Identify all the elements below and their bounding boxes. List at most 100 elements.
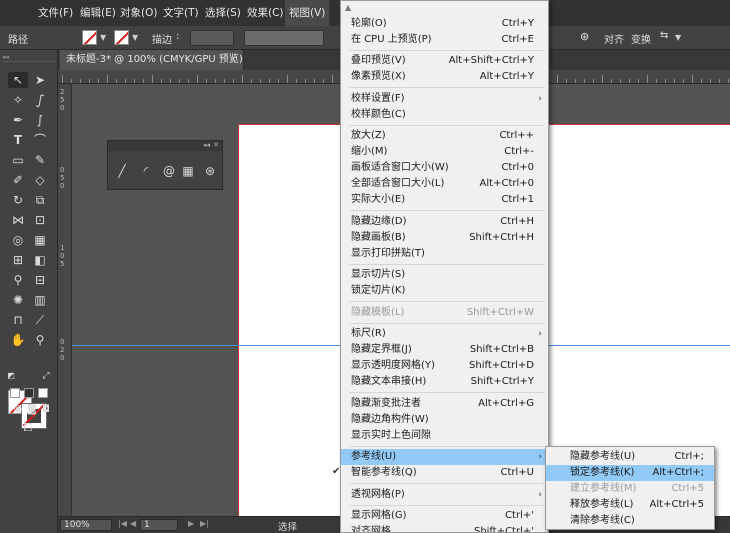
menu-select[interactable]: 选择(S) bbox=[205, 0, 241, 26]
menu-item-fit-artboard[interactable]: 画板适合窗口大小(W) Ctrl+0 bbox=[341, 160, 548, 176]
draw-inside-icon[interactable]: ◘ bbox=[36, 402, 56, 418]
menu-item-zoom-out[interactable]: 缩小(M) Ctrl+- bbox=[341, 144, 548, 160]
lasso-tool-icon[interactable]: ഽ bbox=[30, 92, 50, 108]
submenu-item-release-guides[interactable]: 释放参考线(L) Alt+Ctrl+5 bbox=[546, 497, 714, 513]
fill-swatch[interactable] bbox=[82, 30, 97, 45]
default-colors-icon[interactable]: ◩ bbox=[6, 368, 16, 384]
color-mode-icon[interactable] bbox=[10, 388, 20, 398]
menu-item-outline[interactable]: 轮廓(O) Ctrl+Y bbox=[341, 16, 548, 32]
menu-item-actual-size[interactable]: 实际大小(E) Ctrl+1 bbox=[341, 192, 548, 208]
eraser-tool-icon[interactable]: ◇ bbox=[30, 172, 50, 188]
stroke-swatch[interactable] bbox=[114, 30, 129, 45]
menu-effect[interactable]: 效果(C) bbox=[247, 0, 284, 26]
none-mode-icon[interactable] bbox=[38, 388, 48, 398]
menu-item-hide-text-threads[interactable]: 隐藏文本串接(H) Shift+Ctrl+Y bbox=[341, 374, 548, 390]
type-tool-icon[interactable]: T bbox=[8, 132, 28, 148]
stroke-spinner-icon[interactable]: : bbox=[176, 31, 179, 42]
swap-colors-icon[interactable]: ⤢ bbox=[40, 368, 52, 384]
rectangle-tool-icon[interactable]: ▭ bbox=[8, 152, 28, 168]
gradient-mode-icon[interactable] bbox=[24, 388, 34, 398]
vertical-ruler[interactable]: 2 5 0 0 5 0 1 0 5 0 2 0 bbox=[58, 84, 72, 516]
curvature-tool-icon[interactable]: ∫ bbox=[30, 112, 50, 128]
variable-width-field[interactable] bbox=[244, 30, 324, 46]
close-icon[interactable]: × bbox=[229, 50, 237, 70]
align-button[interactable]: 对齐 bbox=[604, 31, 624, 46]
menu-item-cpu-preview[interactable]: 在 CPU 上预览(P) Ctrl+E bbox=[341, 32, 548, 48]
scroll-up-icon[interactable]: ▲ bbox=[345, 3, 351, 12]
menu-edit[interactable]: 编辑(E) bbox=[80, 0, 116, 26]
menu-item-guides[interactable]: 参考线(U) › bbox=[341, 449, 548, 465]
arc-tool-icon[interactable]: ◜ bbox=[138, 163, 154, 179]
menu-item-show-grid[interactable]: 显示网格(G) Ctrl+' bbox=[341, 508, 548, 524]
next-artboard-icon[interactable]: ▶ bbox=[188, 519, 194, 528]
pen-tool-icon[interactable]: ✒ bbox=[8, 112, 28, 128]
isolate-icon[interactable]: ⇆ bbox=[660, 30, 668, 41]
menu-object[interactable]: 对象(O) bbox=[120, 0, 157, 26]
menu-item-lock-slices[interactable]: 锁定切片(K) bbox=[341, 283, 548, 299]
menu-item-rulers[interactable]: 标尺(R) › bbox=[341, 326, 548, 342]
submenu-item-make-guides[interactable]: 建立参考线(M) Ctrl+5 bbox=[546, 481, 714, 497]
menu-item-perspective-grid[interactable]: 透视网格(P) › bbox=[341, 487, 548, 503]
collapse-icon[interactable]: ◂◂ bbox=[203, 141, 210, 149]
column-graph-tool-icon[interactable]: ▥ bbox=[30, 292, 50, 308]
submenu-item-lock-guides[interactable]: 锁定参考线(K) Alt+Ctrl+; bbox=[546, 465, 714, 481]
hand-tool-icon[interactable]: ✋ bbox=[8, 332, 28, 348]
zoom-field[interactable]: 100% bbox=[60, 519, 112, 531]
perspective-grid-tool-icon[interactable]: ▦ bbox=[30, 232, 50, 248]
first-artboard-icon[interactable]: |◀ bbox=[118, 519, 127, 528]
line-segment-tool-icon[interactable]: ╱ bbox=[114, 163, 130, 179]
close-icon[interactable]: ✕ bbox=[213, 141, 219, 149]
selection-tool-icon[interactable]: ↖ bbox=[8, 72, 28, 88]
menu-type[interactable]: 文字(T) bbox=[163, 0, 199, 26]
previous-artboard-icon[interactable]: ◀ bbox=[130, 519, 136, 528]
menu-item-hide-corner-widget[interactable]: 隐藏边角构件(W) bbox=[341, 412, 548, 428]
polar-grid-tool-icon[interactable]: ⊛ bbox=[202, 163, 218, 179]
chevron-down-icon[interactable]: ▼ bbox=[675, 33, 681, 42]
scale-tool-icon[interactable]: ⧉ bbox=[30, 192, 50, 208]
zoom-tool-icon[interactable]: ⚲ bbox=[30, 332, 50, 348]
menu-item-pixel-preview[interactable]: 像素预览(X) Alt+Ctrl+Y bbox=[341, 69, 548, 85]
stroke-weight-field[interactable] bbox=[190, 30, 234, 46]
status-text[interactable]: 选择 bbox=[278, 519, 297, 533]
rectangular-grid-tool-icon[interactable]: ▦ bbox=[180, 163, 196, 179]
menu-file[interactable]: 文件(F) bbox=[38, 0, 73, 26]
menu-item-show-transparency-grid[interactable]: 显示透明度网格(Y) Shift+Ctrl+D bbox=[341, 358, 548, 374]
menu-item-overprint-preview[interactable]: 叠印预览(V) Alt+Shift+Ctrl+Y bbox=[341, 53, 548, 69]
transform-button[interactable]: 变换 bbox=[631, 31, 651, 46]
menu-view[interactable]: 视图(V) bbox=[285, 0, 330, 26]
artboard-tool-icon[interactable]: ⊓ bbox=[8, 312, 28, 328]
line-segment-tool-icon[interactable]: ⌒ bbox=[30, 132, 50, 148]
last-artboard-icon[interactable]: ▶| bbox=[200, 519, 209, 528]
rotate-tool-icon[interactable]: ↻ bbox=[8, 192, 28, 208]
mesh-tool-icon[interactable]: ⊞ bbox=[8, 252, 28, 268]
slice-tool-icon[interactable]: ⟋ bbox=[30, 312, 50, 328]
chevron-down-icon[interactable]: ▼ bbox=[132, 33, 138, 42]
menu-item-show-live-paint-gaps[interactable]: 显示实时上色间隙 bbox=[341, 428, 548, 444]
menu-item-hide-artboards[interactable]: 隐藏画板(B) Shift+Ctrl+H bbox=[341, 230, 548, 246]
menu-item-hide-gradient-annotator[interactable]: 隐藏渐变批注者 Alt+Ctrl+G bbox=[341, 396, 548, 412]
menu-item-proof-setup[interactable]: 校样设置(F) › bbox=[341, 91, 548, 107]
menu-item-zoom-in[interactable]: 放大(Z) Ctrl++ bbox=[341, 128, 548, 144]
menu-item-proof-colors[interactable]: 校样颜色(C) bbox=[341, 107, 548, 123]
symbol-sprayer-tool-icon[interactable]: ✺ bbox=[8, 292, 28, 308]
menu-item-hide-bounding-box[interactable]: 隐藏定界框(J) Shift+Ctrl+B bbox=[341, 342, 548, 358]
spiral-tool-icon[interactable]: @ bbox=[161, 163, 177, 179]
paintbrush-tool-icon[interactable]: ✎ bbox=[30, 152, 50, 168]
menu-item-show-print-tiling[interactable]: 显示打印拼贴(T) bbox=[341, 246, 548, 262]
panel-header[interactable]: ◂◂ ✕ bbox=[108, 141, 222, 151]
free-transform-tool-icon[interactable]: ⊡ bbox=[30, 212, 50, 228]
recolor-icon[interactable]: ⊛ bbox=[580, 30, 589, 43]
blend-tool-icon[interactable]: ⊟ bbox=[30, 272, 50, 288]
menu-item-hide-template[interactable]: 隐藏模板(L) Shift+Ctrl+W bbox=[341, 305, 548, 321]
screen-mode-icon[interactable]: ⧠ bbox=[18, 420, 38, 436]
document-tab[interactable]: 未标题-3* @ 100% (CMYK/GPU 预览) × bbox=[60, 50, 244, 70]
submenu-item-hide-guides[interactable]: 隐藏参考线(U) Ctrl+; bbox=[546, 449, 714, 465]
menu-item-hide-edges[interactable]: 隐藏边缘(D) Ctrl+H bbox=[341, 214, 548, 230]
gradient-tool-icon[interactable]: ◧ bbox=[30, 252, 50, 268]
width-tool-icon[interactable]: ⋈ bbox=[8, 212, 28, 228]
chevron-down-icon[interactable]: ▼ bbox=[100, 33, 106, 42]
shaper-tool-icon[interactable]: ✐ bbox=[8, 172, 28, 188]
menu-item-fit-all[interactable]: 全部适合窗口大小(L) Alt+Ctrl+0 bbox=[341, 176, 548, 192]
submenu-item-clear-guides[interactable]: 清除参考线(C) bbox=[546, 513, 714, 529]
artboard-number-field[interactable]: 1 bbox=[140, 519, 178, 531]
